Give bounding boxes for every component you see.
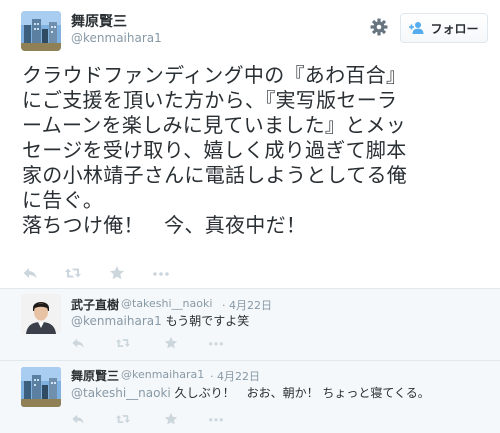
tweet-date[interactable]: · 4月22日 [210, 368, 260, 384]
tweet-text-line: クラウドファンディング中の『あわ百合』 [22, 63, 407, 87]
more-icon [209, 342, 223, 346]
settings-button[interactable] [369, 17, 389, 37]
tweet-permalink: 舞原賢三 @kenmaihara1 フォロー クラウドファンディング中の『あわ百… [0, 0, 500, 433]
retweet-button[interactable] [115, 336, 131, 352]
reply-button[interactable] [71, 412, 87, 428]
more-button[interactable] [208, 412, 224, 428]
more-button[interactable] [208, 336, 224, 352]
avatar-image [21, 11, 61, 51]
reply-tweet[interactable]: 舞原賢三 @kenmaihara1 · 4月22日 @takeshi__naok… [0, 361, 500, 433]
tweet-text-line: ームーンを楽しみに見ていました』とメッ [22, 113, 407, 137]
tweet-text: クラウドファンディング中の『あわ百合』 にご支援を頂いた方から、『実写版セーラ … [22, 63, 492, 238]
avatar-image [21, 367, 61, 407]
tweet-text-line: にご支援を頂いた方から、『実写版セーラ [22, 88, 398, 112]
star-icon [164, 336, 178, 349]
avatar-image [21, 294, 61, 334]
favorite-button[interactable] [164, 336, 180, 352]
reply-icon [23, 268, 37, 279]
follow-button-label: フォロー [430, 21, 479, 36]
mention-link[interactable]: @takeshi__naoki [71, 386, 171, 400]
avatar[interactable] [21, 294, 61, 334]
more-button[interactable] [152, 265, 169, 281]
more-icon [153, 272, 169, 276]
gear-icon [370, 18, 388, 36]
mention-link[interactable]: @kenmaihara1 [71, 314, 162, 328]
main-tweet: 舞原賢三 @kenmaihara1 フォロー クラウドファンディング中の『あわ百… [0, 0, 500, 288]
reply-icon [72, 414, 84, 424]
retweet-icon [116, 415, 130, 423]
tweet-text-line: 落ちつけ俺！ 今、真夜中だ！ [22, 213, 307, 237]
tweet-text-body: 久しぶり！ おお、朝か！ ちょっと寝てくる。 [170, 386, 430, 400]
retweet-icon [65, 268, 81, 278]
tweet-text-line: に告ぐ。 [22, 188, 104, 212]
reply-button[interactable] [71, 336, 87, 352]
more-icon [209, 418, 223, 422]
star-icon [164, 412, 178, 425]
reply-tweet[interactable]: 武子直樹 @takeshi__naoki · 4月22日 @kenmaihara… [0, 289, 500, 360]
favorite-button[interactable] [164, 412, 180, 428]
add-user-icon [409, 22, 424, 34]
author-name[interactable]: 舞原賢三 [71, 11, 127, 31]
tweet-date[interactable]: · 4月22日 [222, 297, 272, 313]
author-name[interactable]: 舞原賢三 [71, 367, 119, 384]
avatar[interactable] [21, 11, 61, 51]
author-handle[interactable]: @kenmaihara1 [71, 31, 162, 45]
author-handle[interactable]: @kenmaihara1 [121, 368, 204, 381]
tweet-text-body: もう朝ですよ笑 [161, 314, 250, 328]
reply-button[interactable] [22, 265, 38, 281]
star-icon [110, 266, 124, 280]
avatar[interactable] [21, 367, 61, 407]
tweet-text: @takeshi__naoki 久しぶり！ おお、朝か！ ちょっと寝てくる。 [71, 384, 430, 401]
tweet-text-line: 家の小林靖子さんに電話しようとしてる俺 [22, 163, 408, 187]
author-handle[interactable]: @takeshi__naoki [121, 297, 212, 310]
retweet-button[interactable] [64, 265, 81, 281]
retweet-button[interactable] [115, 412, 131, 428]
follow-button[interactable]: フォロー [400, 13, 488, 43]
retweet-icon [116, 339, 130, 347]
tweet-text-line: セージを受け取り、嬉しく成り過ぎて脚本 [22, 138, 407, 162]
tweet-text: @kenmaihara1 もう朝ですよ笑 [71, 312, 249, 329]
favorite-button[interactable] [109, 265, 125, 281]
reply-icon [72, 338, 84, 348]
author-name[interactable]: 武子直樹 [71, 296, 119, 313]
